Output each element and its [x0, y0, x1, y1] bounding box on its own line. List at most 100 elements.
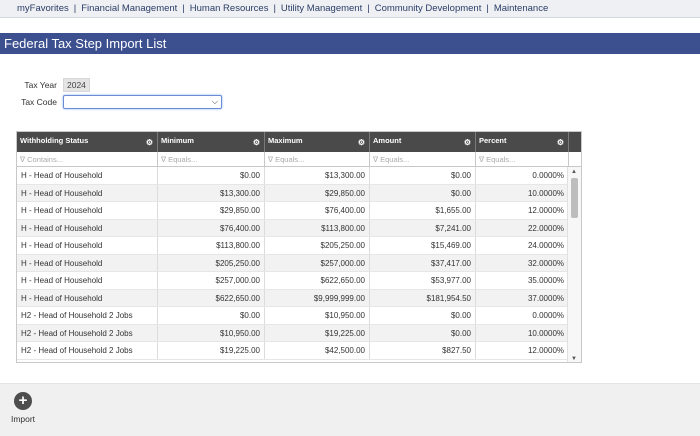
cell-withholding-status: H - Head of Household: [17, 272, 158, 289]
cell-amount: $1,655.00: [370, 202, 476, 219]
cell-percent: 12.0000%: [476, 342, 569, 359]
nav-my-favorites[interactable]: myFavorites: [17, 3, 69, 14]
gear-icon[interactable]: ⚙: [557, 138, 564, 147]
tax-code-select[interactable]: ⌵: [63, 95, 222, 109]
filter-percent[interactable]: ∇ Equals...: [476, 152, 569, 166]
cell-amount: $7,241.00: [370, 219, 476, 236]
import-label: Import: [10, 414, 36, 424]
table-row[interactable]: H2 - Head of Household 2 Jobs $10,950.00 $…: [17, 324, 581, 342]
cell-maximum: $257,000.00: [265, 254, 370, 271]
tax-year-label: Tax Year: [24, 80, 57, 90]
cell-minimum: $13,300.00: [158, 184, 265, 201]
nav-maintenance[interactable]: Maintenance: [494, 3, 548, 14]
gear-icon[interactable]: ⚙: [146, 138, 153, 147]
table-row[interactable]: H - Head of Household $113,800.00 $205,250…: [17, 237, 581, 255]
page-title: Federal Tax Step Import List: [0, 33, 700, 54]
nav-community-development[interactable]: Community Development: [375, 3, 482, 14]
cell-percent: 12.0000%: [476, 202, 569, 219]
tax-year-row: Tax Year 2024: [0, 78, 90, 92]
table-row[interactable]: H - Head of Household $0.00 $13,300.00 $0.0…: [17, 167, 581, 185]
cell-minimum: $113,800.00: [158, 237, 265, 254]
cell-maximum: $205,250.00: [265, 237, 370, 254]
vertical-scrollbar[interactable]: ▲ ▼: [567, 167, 581, 362]
table-row[interactable]: H - Head of Household $622,650.00 $9,999,9…: [17, 289, 581, 307]
cell-amount: $37,417.00: [370, 254, 476, 271]
import-button[interactable]: + Import: [8, 392, 38, 424]
cell-maximum: $29,850.00: [265, 184, 370, 201]
gear-icon[interactable]: ⚙: [464, 138, 471, 147]
column-header-withholding-status[interactable]: Withholding Status ⚙: [17, 132, 158, 152]
column-header-percent[interactable]: Percent ⚙: [476, 132, 569, 152]
column-header-minimum[interactable]: Minimum ⚙: [158, 132, 265, 152]
filter-maximum[interactable]: ∇ Equals...: [265, 152, 370, 166]
filter-placeholder: Equals...: [275, 155, 305, 164]
cell-minimum: $76,400.00: [158, 219, 265, 236]
column-header-amount[interactable]: Amount ⚙: [370, 132, 476, 152]
filter-placeholder: Equals...: [486, 155, 516, 164]
table-row[interactable]: H2 - Head of Household 2 Jobs $19,225.00 $…: [17, 342, 581, 360]
column-header-label: Amount: [373, 136, 402, 145]
tax-code-label: Tax Code: [21, 97, 57, 107]
scrollbar-thumb[interactable]: [571, 178, 578, 218]
chevron-down-icon: ⌵: [211, 97, 218, 106]
cell-maximum: $10,950.00: [265, 307, 370, 324]
column-header-label: Withholding Status: [20, 136, 89, 145]
footer-toolbar: + Import: [0, 383, 700, 436]
table-row[interactable]: H - Head of Household $76,400.00 $113,800.…: [17, 219, 581, 237]
cell-percent: 22.0000%: [476, 219, 569, 236]
nav-financial-management[interactable]: Financial Management: [81, 3, 177, 14]
cell-minimum: $257,000.00: [158, 272, 265, 289]
cell-minimum: $10,950.00: [158, 324, 265, 341]
cell-percent: 0.0000%: [476, 307, 569, 324]
tax-step-grid: Withholding Status ⚙ Minimum ⚙ Maximum ⚙…: [16, 131, 582, 363]
nav-separator: |: [182, 3, 185, 14]
table-row[interactable]: H - Head of Household $29,850.00 $76,400.0…: [17, 202, 581, 220]
filter-placeholder: Contains...: [27, 155, 63, 164]
nav-separator: |: [486, 3, 489, 14]
cell-maximum: $19,225.00: [265, 324, 370, 341]
table-row[interactable]: H - Head of Household $13,300.00 $29,850.0…: [17, 184, 581, 202]
column-header-label: Maximum: [268, 136, 303, 145]
table-row[interactable]: H2 - Head of Household 2 Jobs $0.00 $10,95…: [17, 307, 581, 325]
grid-header: Withholding Status ⚙ Minimum ⚙ Maximum ⚙…: [17, 132, 581, 152]
cell-maximum: $76,400.00: [265, 202, 370, 219]
cell-minimum: $205,250.00: [158, 254, 265, 271]
cell-percent: 32.0000%: [476, 254, 569, 271]
column-header-maximum[interactable]: Maximum ⚙: [265, 132, 370, 152]
cell-withholding-status: H - Head of Household: [17, 184, 158, 201]
gear-icon[interactable]: ⚙: [253, 138, 260, 147]
table-row[interactable]: H - Head of Household $205,250.00 $257,000…: [17, 254, 581, 272]
cell-withholding-status: H - Head of Household: [17, 167, 158, 184]
cell-percent: 35.0000%: [476, 272, 569, 289]
cell-minimum: $19,225.00: [158, 342, 265, 359]
cell-amount: $0.00: [370, 167, 476, 184]
tax-year-value: 2024: [63, 78, 90, 92]
table-row[interactable]: H - Head of Household $257,000.00 $622,650…: [17, 272, 581, 290]
filter-row: ∇ Contains... ∇ Equals... ∇ Equals... ∇ …: [17, 152, 581, 167]
cell-amount: $53,977.00: [370, 272, 476, 289]
cell-percent: 0.0000%: [476, 167, 569, 184]
filter-amount[interactable]: ∇ Equals...: [370, 152, 476, 166]
cell-maximum: $42,500.00: [265, 342, 370, 359]
cell-minimum: $622,650.00: [158, 289, 265, 306]
scroll-up-icon[interactable]: ▲: [571, 169, 577, 175]
cell-amount: $0.00: [370, 324, 476, 341]
filter-placeholder: Equals...: [168, 155, 198, 164]
filter-minimum[interactable]: ∇ Equals...: [158, 152, 265, 166]
cell-amount: $0.00: [370, 184, 476, 201]
filter-withholding-status[interactable]: ∇ Contains...: [17, 152, 158, 166]
nav-separator: |: [273, 3, 276, 14]
cell-withholding-status: H - Head of Household: [17, 254, 158, 271]
cell-maximum: $9,999,999.00: [265, 289, 370, 306]
nav-human-resources[interactable]: Human Resources: [190, 3, 269, 14]
cell-minimum: $0.00: [158, 307, 265, 324]
cell-maximum: $113,800.00: [265, 219, 370, 236]
column-header-label: Minimum: [161, 136, 194, 145]
nav-utility-management[interactable]: Utility Management: [281, 3, 362, 14]
cell-withholding-status: H - Head of Household: [17, 202, 158, 219]
column-header-label: Percent: [479, 136, 507, 145]
cell-amount: $0.00: [370, 307, 476, 324]
scroll-down-icon[interactable]: ▼: [571, 356, 577, 362]
gear-icon[interactable]: ⚙: [358, 138, 365, 147]
cell-percent: 10.0000%: [476, 184, 569, 201]
